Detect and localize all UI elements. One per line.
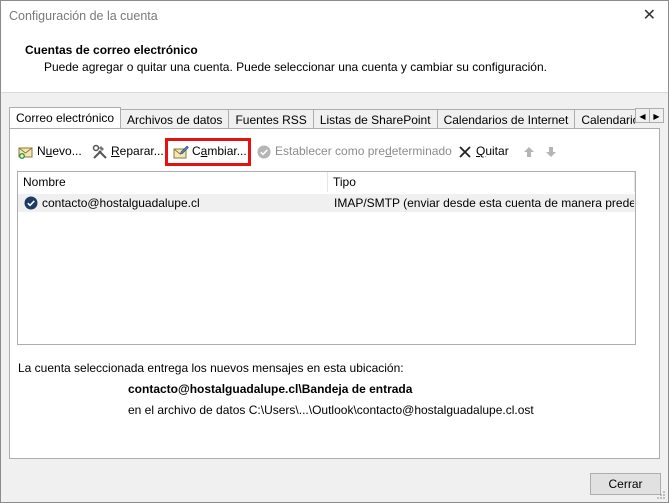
new-button[interactable]: Nuevo... [18,141,82,161]
tab-calendarios-internet[interactable]: Calendarios de Internet [436,109,576,128]
title-bar: Configuración de la cuenta ✕ [1,1,668,32]
email-tab-panel: Nuevo... Reparar... Cambiar... Establece… [9,128,660,459]
repair-label-post: eparar... [119,144,164,158]
new-label-pre: N [37,144,46,158]
header-title: Cuentas de correo electrónico [25,43,198,57]
move-up-button[interactable] [521,141,540,161]
remove-button[interactable]: Quitar [457,141,509,161]
resize-grip-icon[interactable] [656,490,666,500]
header-section: Cuentas de correo electrónico Puede agre… [1,32,668,93]
account-settings-window: Configuración de la cuenta ✕ Cuentas de … [0,0,669,503]
change-button-highlight [165,138,251,166]
move-down-button[interactable] [543,141,562,161]
tab-calendarios-publicados[interactable]: Calendarios publicados [574,109,635,128]
remove-x-icon [459,146,471,158]
set-default-label-pre: Establecer como pre [275,144,386,158]
remove-label-ul: Q [476,144,486,158]
account-name: contacto@hostalguadalupe.cl [42,196,200,210]
check-circle-icon [257,145,271,159]
tab-listas-sharepoint[interactable]: Listas de SharePoint [312,109,438,128]
set-default-label-post: eterminado [391,144,452,158]
arrow-down-icon [546,146,556,157]
repair-label-ul: R [111,144,120,158]
delivery-folder: contacto@hostalguadalupe.cl\Bandeja de e… [128,382,413,396]
tab-strip: Correo electrónico Archivos de datos Fuent… [9,107,635,128]
accounts-list[interactable]: Nombre Tipo contacto@hostalguadalupe.cl … [17,171,636,345]
close-window-icon[interactable]: ✕ [643,7,656,25]
new-label-post: evo... [52,144,82,158]
tab-fuentes-rss[interactable]: Fuentes RSS [228,109,314,128]
window-title: Configuración de la cuenta [9,9,158,23]
account-type: IMAP/SMTP (enviar desde esta cuenta de m… [334,196,634,210]
arrow-up-icon [524,146,534,157]
default-account-check-icon [24,196,38,210]
tools-icon [92,144,107,159]
set-default-button[interactable]: Establecer como predeterminado [256,141,452,161]
header-subtitle: Puede agregar o quitar una cuenta. Puede… [44,60,547,74]
delivery-label: La cuenta seleccionada entrega los nuevo… [18,361,404,375]
set-default-label-ul: d [385,144,392,158]
repair-button[interactable]: Reparar... [92,141,164,161]
tab-archivos-de-datos[interactable]: Archivos de datos [120,109,230,128]
tab-scroll-left-icon[interactable]: ◀ [635,108,650,123]
new-mail-icon [18,147,33,159]
column-header-type[interactable]: Tipo [328,172,635,192]
close-button[interactable]: Cerrar [590,473,661,495]
tab-correo-electronico[interactable]: Correo electrónico [9,107,122,128]
tab-scroll-right-icon[interactable]: ▶ [649,108,664,123]
table-row[interactable]: contacto@hostalguadalupe.cl IMAP/SMTP (e… [18,194,635,212]
delivery-data-file: en el archivo de datos C:\Users\...\Outl… [128,403,534,417]
remove-label-post: uitar [485,144,509,158]
column-header-name[interactable]: Nombre [18,172,328,192]
